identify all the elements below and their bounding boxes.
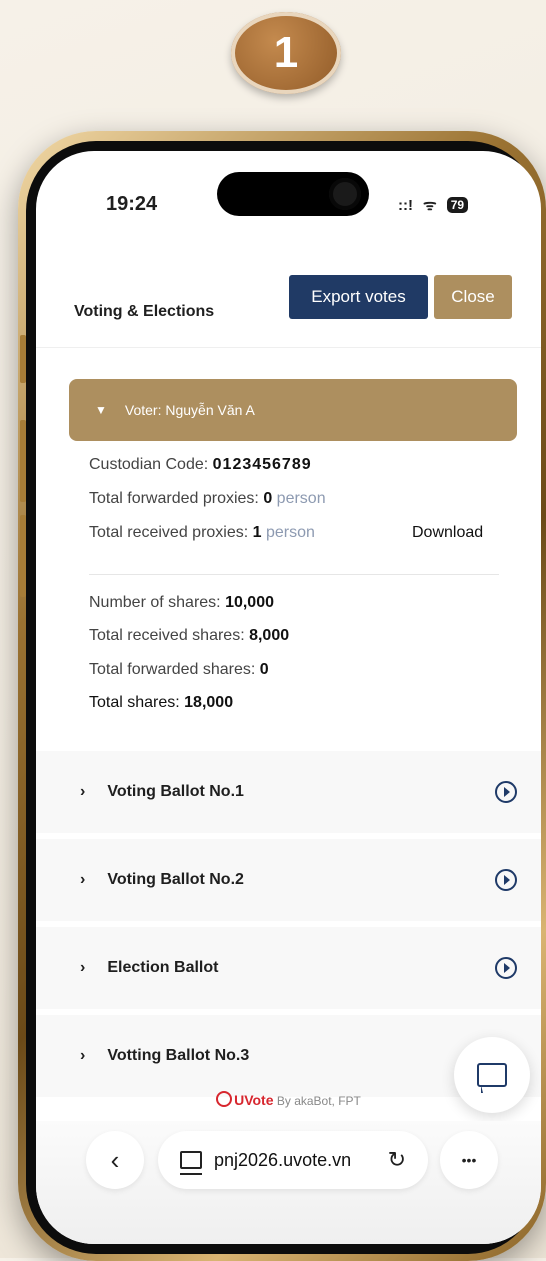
chevron-right-icon: › — [80, 1047, 86, 1064]
back-button[interactable]: ‹ — [86, 1131, 144, 1189]
export-votes-button[interactable]: Export votes — [289, 275, 428, 319]
status-icons: ::! ᯤ 79 — [398, 195, 469, 215]
ballot-label: Election Ballot — [107, 959, 219, 976]
total-shares-row: Total shares: 18,000 — [89, 694, 234, 711]
custodian-code-row: Custodian Code: 0123456789 — [89, 456, 312, 473]
chevron-down-icon: ▼ — [95, 403, 107, 417]
ballot-item[interactable]: › Voting Ballot No.1 — [36, 751, 541, 839]
ballot-item[interactable]: › Voting Ballot No.2 — [36, 839, 541, 927]
phone-screen: 19:24 ::! ᯤ 79 Voting & Elections Export… — [36, 151, 541, 1244]
chat-icon — [477, 1063, 507, 1093]
play-circle-icon[interactable] — [495, 869, 517, 891]
download-link[interactable]: Download — [412, 524, 483, 542]
chevron-left-icon: ‹ — [110, 1144, 120, 1175]
by-text: By akaBot, FPT — [276, 1094, 361, 1108]
url-text: pnj2026.uvote.vn — [214, 1149, 352, 1170]
status-time: 19:24 — [106, 193, 158, 215]
ballot-label: Voting Ballot No.2 — [107, 871, 244, 888]
forwarded-shares-row: Total forwarded shares: 0 — [89, 661, 269, 678]
page-icon — [180, 1151, 202, 1175]
browser-toolbar: ‹ pnj2026.uvote.vn ↻ ••• — [36, 1121, 541, 1244]
step-number: 1 — [273, 28, 299, 77]
chevron-right-icon: › — [80, 871, 86, 888]
forwarded-proxies-row: Total forwarded proxies: 0 person — [89, 490, 326, 507]
divider — [89, 574, 499, 575]
camera-icon — [329, 178, 361, 210]
uvote-logo: UVote — [216, 1091, 274, 1108]
received-proxies-row: Total received proxies: 1 person — [89, 524, 315, 541]
play-circle-icon[interactable] — [495, 957, 517, 979]
signal-icon: ::! — [398, 196, 413, 214]
ballot-label: Votting Ballot No.3 — [107, 1047, 250, 1064]
received-shares-row: Total received shares: 8,000 — [89, 627, 290, 644]
modal-title: Voting & Elections — [74, 303, 215, 320]
reload-icon[interactable]: ↻ — [388, 1147, 406, 1173]
ballot-label: Voting Ballot No.1 — [107, 783, 244, 800]
more-icon: ••• — [461, 1152, 477, 1168]
address-bar[interactable]: pnj2026.uvote.vn ↻ — [158, 1131, 428, 1189]
battery-icon: 79 — [446, 197, 469, 213]
step-badge: 1 — [231, 12, 341, 94]
ballot-item[interactable]: › Election Ballot — [36, 927, 541, 1015]
close-button[interactable]: Close — [434, 275, 512, 319]
chevron-right-icon: › — [80, 959, 86, 976]
wifi-icon: ᯤ — [423, 197, 437, 214]
dynamic-island — [217, 172, 369, 216]
chevron-right-icon: › — [80, 783, 86, 800]
play-circle-icon[interactable] — [495, 781, 517, 803]
footer-brand: UVote By akaBot, FPT — [36, 1091, 541, 1108]
voter-accordion-header[interactable]: ▼ Voter: Nguyễn Văn A — [69, 379, 517, 441]
shares-row: Number of shares: 10,000 — [89, 594, 274, 611]
voter-name: Voter: Nguyễn Văn A — [124, 402, 255, 418]
more-button[interactable]: ••• — [440, 1131, 498, 1189]
